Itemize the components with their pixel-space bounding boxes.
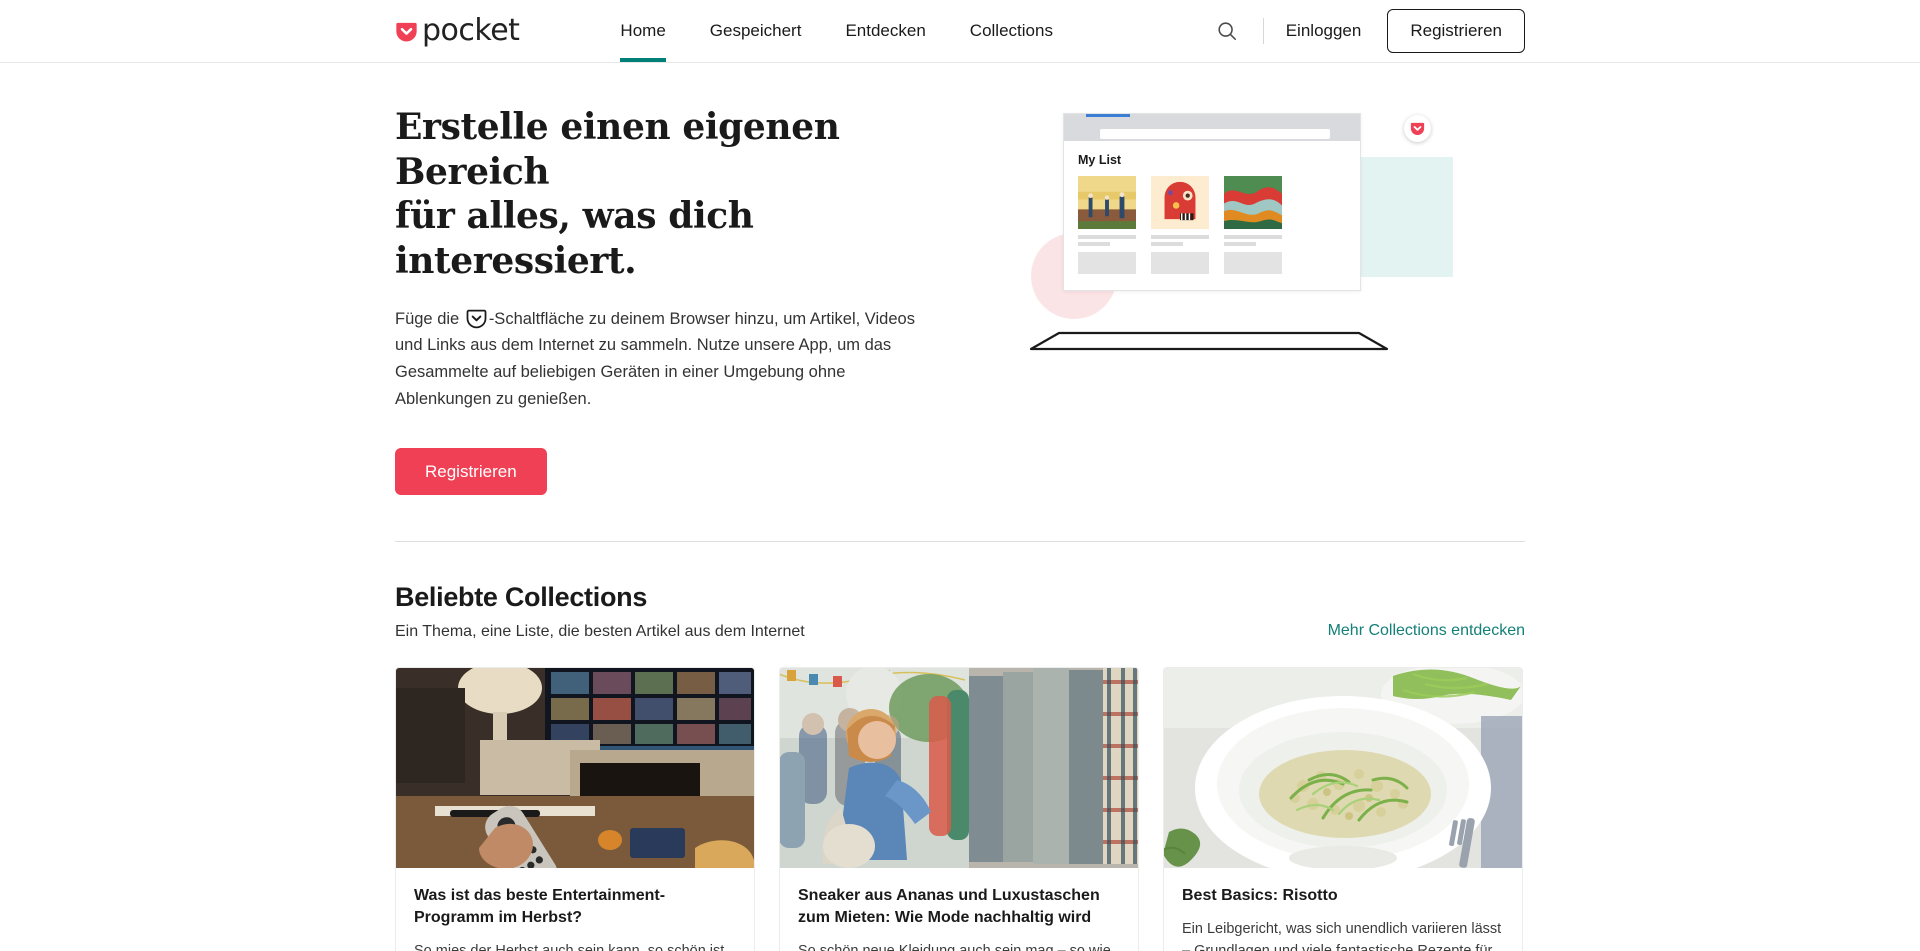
login-link[interactable]: Einloggen bbox=[1286, 21, 1362, 41]
card-image-fashion bbox=[780, 668, 1138, 869]
placeholder-block bbox=[1078, 252, 1136, 274]
header-inner: pocket Home Gespeichert Entdecken Collec… bbox=[395, 0, 1525, 62]
pocket-badge bbox=[1404, 115, 1431, 142]
placeholder-block bbox=[1151, 252, 1209, 274]
list-item bbox=[1078, 176, 1136, 274]
placeholder-line-short bbox=[1224, 242, 1257, 246]
header-divider bbox=[1262, 18, 1264, 44]
laptop-mockup: My List bbox=[1063, 113, 1361, 291]
hero-illustration: My List bbox=[1023, 105, 1453, 355]
hero-title: Erstelle einen eigenen Bereich für alles… bbox=[395, 105, 955, 284]
card-title: Best Basics: Risotto bbox=[1182, 887, 1338, 905]
pocket-logo[interactable]: pocket bbox=[395, 13, 520, 48]
thumbnail-music-head bbox=[1151, 176, 1209, 229]
my-list-title: My List bbox=[1078, 153, 1122, 167]
card-body: Was ist das beste Entertainment-Programm… bbox=[396, 868, 754, 951]
card-body: Sneaker aus Ananas und Luxustaschen zum … bbox=[780, 868, 1138, 951]
hero-section: Erstelle einen eigenen Bereich für alles… bbox=[395, 63, 1525, 496]
card-title: Sneaker aus Ananas und Luxustaschen zum … bbox=[798, 887, 1100, 926]
card-excerpt: So schön neue Kleidung auch sein mag – s… bbox=[798, 942, 1111, 951]
pocket-shield-icon bbox=[396, 22, 417, 41]
nav-item-home[interactable]: Home bbox=[598, 0, 687, 62]
placeholder-line bbox=[1078, 235, 1136, 239]
placeholder-line-short bbox=[1078, 242, 1111, 246]
browser-tab-bar bbox=[1064, 114, 1360, 127]
placeholder-block bbox=[1224, 252, 1282, 274]
signup-button-header[interactable]: Registrieren bbox=[1387, 9, 1525, 53]
card-title: Was ist das beste Entertainment-Programm… bbox=[414, 887, 666, 926]
hero-title-line2: für alles, was dich interessiert. bbox=[395, 195, 754, 282]
header-actions: Einloggen Registrieren bbox=[1205, 9, 1525, 53]
placeholder-line-short bbox=[1151, 242, 1184, 246]
thumbnail-farmers bbox=[1078, 176, 1136, 229]
placeholder-line bbox=[1224, 235, 1282, 239]
laptop-base bbox=[1029, 331, 1389, 351]
card-excerpt: Ein Leibgericht, was sich unendlich vari… bbox=[1182, 920, 1502, 951]
nav-item-entdecken[interactable]: Entdecken bbox=[823, 0, 947, 62]
my-list-thumbnails bbox=[1078, 176, 1346, 274]
collections-subtitle: Ein Thema, eine Liste, die besten Artike… bbox=[395, 623, 805, 641]
signup-cta-button[interactable]: Registrieren bbox=[395, 448, 547, 496]
pocket-shield-outline-icon bbox=[466, 309, 487, 328]
nav-item-gespeichert[interactable]: Gespeichert bbox=[688, 0, 824, 62]
collections-title: Beliebte Collections bbox=[395, 582, 648, 613]
search-icon bbox=[1218, 22, 1236, 41]
search-button[interactable] bbox=[1205, 9, 1249, 53]
browser-active-tab bbox=[1086, 114, 1130, 117]
hero-description: Füge die -Schaltfläche zu deinem Browser… bbox=[395, 306, 940, 413]
card-image-entertainment bbox=[396, 668, 754, 869]
collections-header: Beliebte Collections Ein Thema, eine Lis… bbox=[395, 582, 1525, 641]
collection-card[interactable]: Was ist das beste Entertainment-Programm… bbox=[395, 667, 755, 951]
placeholder-line bbox=[1151, 235, 1209, 239]
collection-card[interactable]: Sneaker aus Ananas und Luxustaschen zum … bbox=[779, 667, 1139, 951]
hero-desc-before: Füge die bbox=[395, 309, 460, 328]
more-collections-link[interactable]: Mehr Collections entdecken bbox=[1328, 622, 1525, 640]
card-excerpt: So mies der Herbst auch sein kann, so sc… bbox=[414, 942, 725, 951]
list-item bbox=[1224, 176, 1282, 274]
nav-item-collections[interactable]: Collections bbox=[948, 0, 1075, 62]
site-header: pocket Home Gespeichert Entdecken Collec… bbox=[0, 0, 1920, 63]
browser-url-bar bbox=[1064, 127, 1360, 141]
collections-card-grid: Was ist das beste Entertainment-Programm… bbox=[395, 667, 1525, 951]
pocket-shield-icon bbox=[1410, 122, 1425, 135]
main-navigation: Home Gespeichert Entdecken Collections bbox=[598, 0, 1075, 62]
laptop-screen-content: My List bbox=[1064, 141, 1360, 290]
card-image-risotto bbox=[1164, 668, 1522, 869]
card-body: Best Basics: Risotto Ein Leibgericht, wa… bbox=[1164, 868, 1522, 951]
logo-text: pocket bbox=[422, 13, 520, 48]
hero-text-column: Erstelle einen eigenen Bereich für alles… bbox=[395, 105, 955, 496]
list-item bbox=[1151, 176, 1209, 274]
collections-section: Beliebte Collections Ein Thema, eine Lis… bbox=[395, 542, 1525, 951]
collection-card[interactable]: Best Basics: Risotto Ein Leibgericht, wa… bbox=[1163, 667, 1523, 951]
thumbnail-landscape bbox=[1224, 176, 1282, 229]
hero-title-line1: Erstelle einen eigenen Bereich bbox=[395, 106, 840, 193]
